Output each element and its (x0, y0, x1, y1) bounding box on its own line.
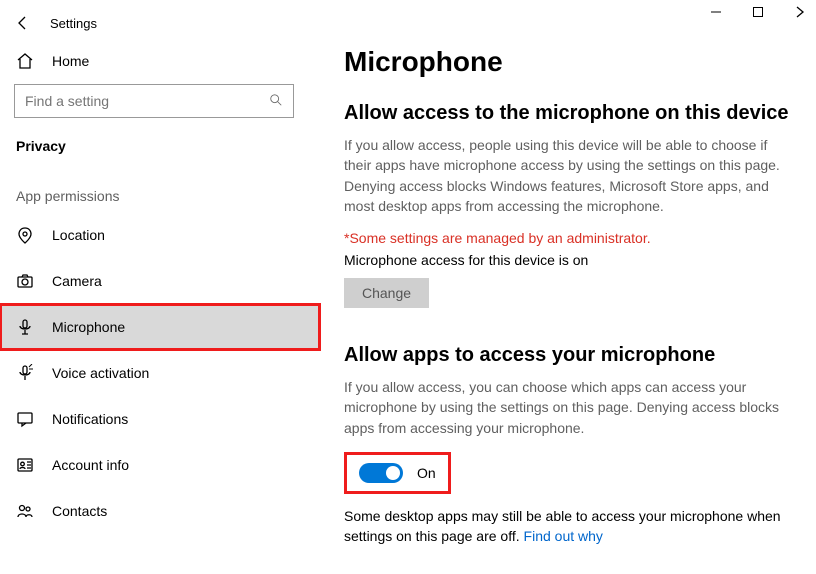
home-icon (16, 52, 34, 70)
search-input[interactable] (25, 93, 245, 109)
sidebar-item-location[interactable]: Location (0, 212, 320, 258)
contacts-icon (16, 502, 34, 520)
notifications-icon (16, 410, 34, 428)
sidebar-item-contacts[interactable]: Contacts (0, 488, 320, 534)
toggle-label: On (417, 465, 436, 481)
device-status: Microphone access for this device is on (344, 252, 798, 268)
device-access-heading: Allow access to the microphone on this d… (344, 102, 798, 125)
sidebar-item-voice-activation[interactable]: Voice activation (0, 350, 320, 396)
page-heading: Microphone (344, 46, 798, 78)
apps-access-toggle-row: On (344, 452, 451, 494)
home-label: Home (52, 53, 89, 69)
apps-access-description: If you allow access, you can choose whic… (344, 377, 788, 438)
section-privacy: Privacy (0, 134, 320, 172)
sidebar-item-camera[interactable]: Camera (0, 258, 320, 304)
sidebar-item-microphone[interactable]: Microphone (0, 304, 320, 350)
apps-access-toggle[interactable] (359, 463, 403, 483)
sidebar-item-label: Contacts (52, 503, 107, 519)
toggle-knob (386, 466, 400, 480)
location-icon (16, 226, 34, 244)
sidebar-item-label: Account info (52, 457, 129, 473)
admin-notice: *Some settings are managed by an adminis… (344, 230, 798, 246)
sidebar-item-label: Camera (52, 273, 102, 289)
sidebar: Settings Home Privacy App permissions Lo… (0, 0, 320, 574)
back-button[interactable] (14, 14, 32, 32)
forward-button[interactable] (792, 4, 808, 20)
search-box[interactable] (14, 84, 294, 118)
sidebar-item-label: Voice activation (52, 365, 149, 381)
app-title: Settings (50, 16, 97, 31)
maximize-button[interactable] (750, 4, 766, 20)
titlebar: Settings (0, 8, 320, 42)
microphone-icon (16, 318, 34, 336)
sidebar-item-label: Notifications (52, 411, 128, 427)
group-app-permissions: App permissions (0, 172, 320, 212)
device-access-description: If you allow access, people using this d… (344, 135, 788, 216)
minimize-button[interactable] (708, 4, 724, 20)
sidebar-item-account-info[interactable]: Account info (0, 442, 320, 488)
search-icon (269, 93, 283, 110)
change-button[interactable]: Change (344, 278, 429, 308)
find-out-why-link[interactable]: Find out why (524, 528, 603, 544)
apps-access-heading: Allow apps to access your microphone (344, 344, 798, 367)
main-panel: Microphone Allow access to the microphon… (320, 0, 816, 574)
sidebar-item-notifications[interactable]: Notifications (0, 396, 320, 442)
sidebar-item-label: Location (52, 227, 105, 243)
account-info-icon (16, 456, 34, 474)
desktop-apps-footnote: Some desktop apps may still be able to a… (344, 506, 788, 547)
camera-icon (16, 272, 34, 290)
window-controls (708, 4, 808, 20)
voice-activation-icon (16, 364, 34, 382)
sidebar-item-label: Microphone (52, 319, 125, 335)
home-nav[interactable]: Home (0, 42, 320, 84)
search-wrap (0, 84, 320, 134)
